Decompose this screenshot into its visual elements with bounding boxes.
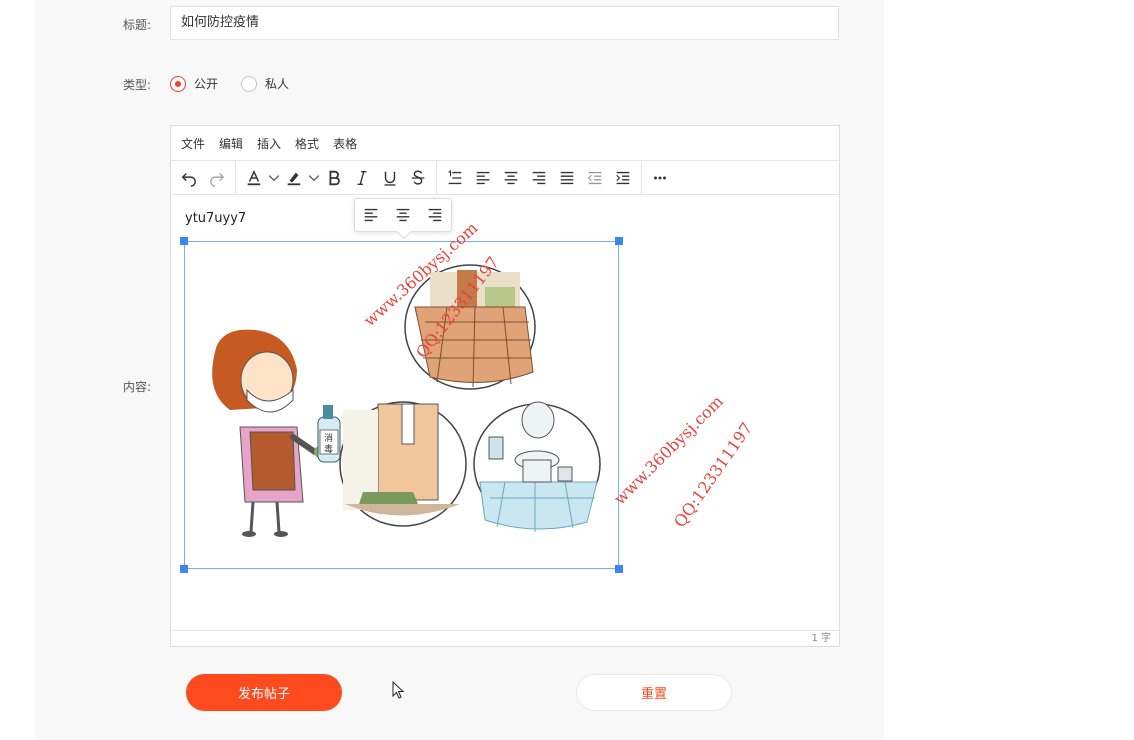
history-group — [171, 161, 236, 194]
chevron-down-icon[interactable] — [308, 164, 320, 192]
editor-statusbar: 1 字 — [171, 630, 839, 646]
radio-unchecked-icon — [241, 75, 257, 92]
door-scene — [339, 401, 467, 527]
undo-icon[interactable] — [175, 164, 203, 192]
italic-icon[interactable] — [348, 164, 376, 192]
resize-handle-top-right[interactable] — [615, 237, 623, 245]
highlight-color-icon[interactable] — [280, 164, 308, 192]
resize-handle-bottom-left[interactable] — [180, 565, 188, 573]
disinfectant-label-1: 消 — [324, 432, 333, 444]
menu-file[interactable]: 文件 — [181, 135, 205, 152]
word-count: 1 字 — [811, 633, 831, 644]
chevron-down-icon[interactable] — [268, 164, 280, 192]
publish-button[interactable]: 发布帖子 — [186, 674, 342, 711]
content-text: ytu7uyy7 — [185, 211, 247, 226]
title-label: 标题: — [123, 18, 152, 32]
align-justify-icon[interactable] — [553, 164, 581, 192]
menu-table[interactable]: 表格 — [333, 135, 357, 152]
align-right-icon[interactable] — [525, 164, 553, 192]
align-left-icon[interactable] — [469, 164, 497, 192]
radio-public[interactable]: 公开 — [170, 75, 218, 92]
align-center-icon[interactable] — [390, 202, 416, 228]
align-right-icon[interactable] — [422, 202, 448, 228]
content-label: 内容: — [123, 380, 152, 394]
title-input[interactable]: 如何防控疫情 — [170, 6, 839, 40]
redo-icon[interactable] — [203, 164, 231, 192]
outdent-icon[interactable] — [581, 164, 609, 192]
woman-figure: 消 毒 — [212, 329, 341, 537]
editor-toolbar — [171, 161, 839, 195]
disinfectant-label-2: 毒 — [324, 443, 333, 455]
align-center-icon[interactable] — [497, 164, 525, 192]
type-label: 类型: — [123, 78, 152, 92]
menu-edit[interactable]: 编辑 — [219, 135, 243, 152]
align-left-icon[interactable] — [358, 202, 384, 228]
line-height-icon[interactable] — [441, 164, 469, 192]
resize-handle-top-left[interactable] — [180, 237, 188, 245]
text-format-group — [236, 161, 437, 194]
underline-icon[interactable] — [376, 164, 404, 192]
editor-menubar: 文件 编辑 插入 格式 表格 — [171, 126, 839, 161]
image-align-popover — [354, 198, 452, 232]
indent-icon[interactable] — [609, 164, 637, 192]
paragraph-group — [437, 161, 642, 194]
radio-private-label: 私人 — [265, 77, 290, 91]
reset-button[interactable]: 重置 — [576, 674, 732, 711]
radio-public-label: 公开 — [194, 77, 219, 91]
radio-private[interactable]: 私人 — [241, 75, 289, 92]
rich-text-editor: 文件 编辑 插入 格式 表格 ytu7uyy7 消 毒 1 字 — [170, 125, 840, 647]
strikethrough-icon[interactable] — [404, 164, 432, 192]
editor-content[interactable]: ytu7uyy7 消 毒 — [171, 195, 839, 632]
font-color-icon[interactable] — [240, 164, 268, 192]
menu-insert[interactable]: 插入 — [257, 135, 281, 152]
bathroom-scene — [473, 401, 601, 532]
bold-icon[interactable] — [320, 164, 348, 192]
menu-format[interactable]: 格式 — [295, 135, 319, 152]
resize-handle-bottom-right[interactable] — [615, 565, 623, 573]
radio-checked-icon — [170, 75, 186, 92]
more-icon[interactable] — [646, 164, 674, 192]
mouse-cursor-icon — [392, 681, 405, 699]
more-group — [642, 161, 678, 194]
